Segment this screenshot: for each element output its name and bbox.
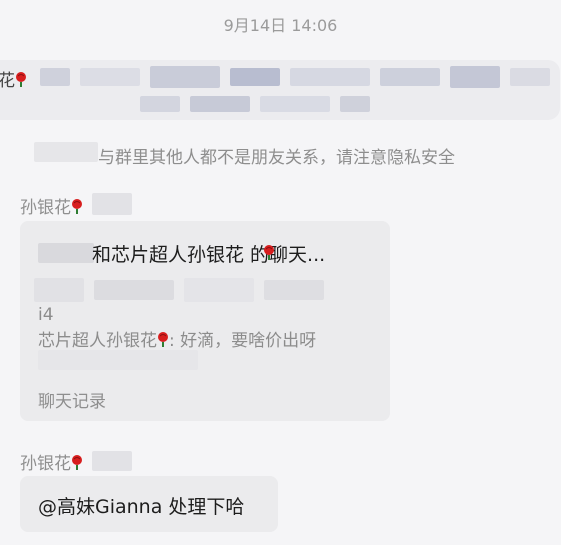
rose-emoji-icon xyxy=(72,199,82,214)
rose-emoji-icon xyxy=(264,245,274,260)
sender-suffix-pixelation xyxy=(92,451,132,471)
sender-name: 孙银花 xyxy=(20,198,71,218)
chat-record-preview-partial: i4 xyxy=(38,305,54,325)
rose-emoji-icon xyxy=(16,72,26,87)
message-timestamp: 9月14日 14:06 xyxy=(223,16,338,35)
preview-sender: 芯片超人孙银花 xyxy=(38,331,157,351)
privacy-notice: 与群里其他人都不是朋友关系，请注意隐私安全 xyxy=(98,148,455,168)
privacy-notice-pixelation xyxy=(34,142,98,162)
card-title-pixelation xyxy=(38,243,94,263)
message-sender: 孙银花 xyxy=(20,449,83,474)
message-sender: 孙银花 xyxy=(20,193,83,218)
chat-record-title: 和芯片超人孙银花 的聊天... xyxy=(92,244,326,266)
system-message-prefix: 花 xyxy=(0,71,15,91)
system-message-pixelation xyxy=(40,66,560,116)
chat-record-footer: 聊天记录 xyxy=(38,392,106,412)
rose-emoji-icon xyxy=(72,455,82,470)
preview-text: : 好滴，要啥价出呀 xyxy=(169,331,317,351)
sender-suffix-pixelation xyxy=(92,193,132,215)
rose-emoji-icon xyxy=(158,332,168,347)
sender-name: 孙银花 xyxy=(20,454,71,474)
message-text: @高妹Gianna 处理下哈 xyxy=(38,496,245,518)
card-preview-pixelation xyxy=(34,278,334,304)
chat-record-preview: 芯片超人孙银花 : 好滴，要啥价出呀 xyxy=(38,326,316,351)
card-preview-pixelation-2 xyxy=(38,350,198,370)
